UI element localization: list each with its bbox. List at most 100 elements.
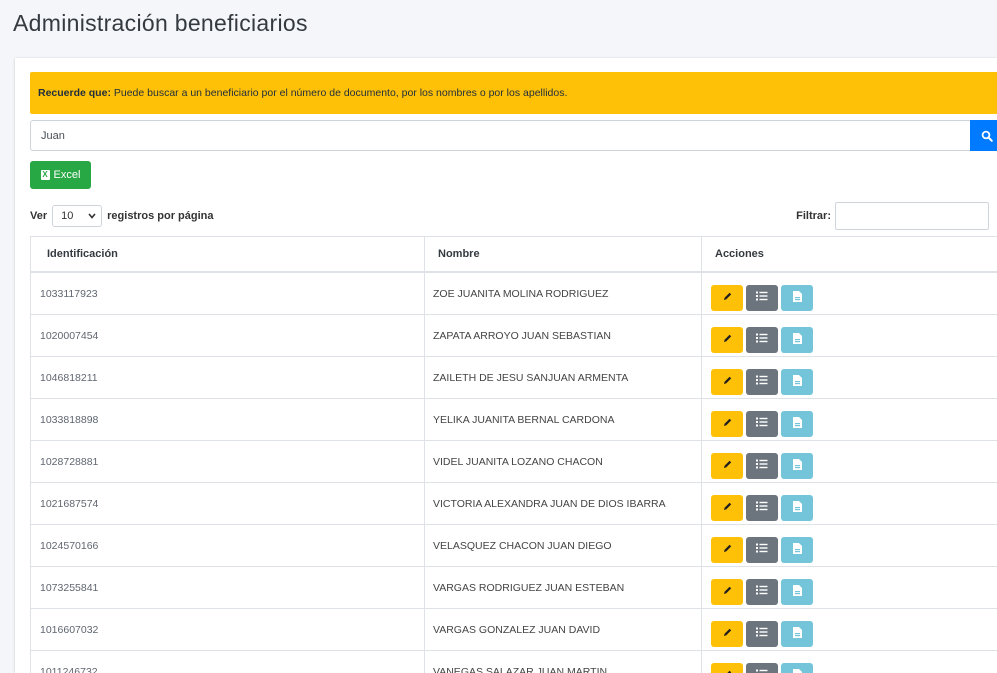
document-button[interactable] bbox=[781, 368, 813, 395]
details-button[interactable] bbox=[746, 452, 778, 479]
cell-acciones bbox=[701, 314, 997, 357]
details-button[interactable] bbox=[746, 326, 778, 353]
cell-nombre: VARGAS RODRIGUEZ JUAN ESTEBAN bbox=[424, 566, 702, 609]
column-header-nombre[interactable]: Nombre bbox=[424, 236, 702, 273]
details-button[interactable] bbox=[746, 494, 778, 521]
list-icon bbox=[756, 333, 768, 346]
pencil-icon bbox=[722, 627, 733, 641]
document-button[interactable] bbox=[781, 620, 813, 647]
cell-acciones bbox=[701, 271, 997, 315]
page-length-value: 10 bbox=[61, 210, 74, 222]
document-button[interactable] bbox=[781, 536, 813, 563]
document-button[interactable] bbox=[781, 452, 813, 479]
row-actions bbox=[711, 445, 997, 479]
chevron-down-icon bbox=[88, 213, 96, 219]
table-header-row: Identificación Nombre Acciones bbox=[30, 236, 997, 273]
filter-input[interactable] bbox=[835, 202, 989, 230]
cell-nombre: VANEGAS SALAZAR JUAN MARTIN bbox=[424, 650, 702, 673]
table-row: 1020007454 ZAPATA ARROYO JUAN SEBASTIAN bbox=[30, 314, 997, 357]
list-icon bbox=[756, 543, 768, 556]
pencil-icon bbox=[722, 543, 733, 557]
details-button[interactable] bbox=[746, 620, 778, 647]
cell-nombre: VELASQUEZ CHACON JUAN DIEGO bbox=[424, 524, 702, 567]
beneficiaries-card: Recuerde que: Puede buscar a un benefici… bbox=[15, 58, 997, 673]
row-actions bbox=[711, 277, 997, 311]
cell-acciones bbox=[701, 482, 997, 525]
search-button[interactable] bbox=[970, 120, 997, 151]
search-input[interactable] bbox=[30, 120, 970, 151]
cell-identificacion: 1011246732 bbox=[30, 650, 425, 673]
row-actions bbox=[711, 529, 997, 563]
cell-acciones bbox=[701, 566, 997, 609]
column-header-acciones: Acciones bbox=[701, 236, 997, 273]
table-row: 1016607032 VARGAS GONZALEZ JUAN DAVID bbox=[30, 608, 997, 651]
document-icon bbox=[792, 416, 802, 431]
document-button[interactable] bbox=[781, 494, 813, 521]
details-button[interactable] bbox=[746, 284, 778, 311]
cell-identificacion: 1016607032 bbox=[30, 608, 425, 651]
cell-acciones bbox=[701, 356, 997, 399]
cell-nombre: VICTORIA ALEXANDRA JUAN DE DIOS IBARRA bbox=[424, 482, 702, 525]
document-icon bbox=[792, 374, 802, 389]
details-button[interactable] bbox=[746, 368, 778, 395]
edit-button[interactable] bbox=[711, 620, 743, 647]
table-row: 1033818898 YELIKA JUANITA BERNAL CARDONA bbox=[30, 398, 997, 441]
pencil-icon bbox=[722, 459, 733, 473]
table-row: 1021687574 VICTORIA ALEXANDRA JUAN DE DIO… bbox=[30, 482, 997, 525]
list-icon bbox=[756, 459, 768, 472]
cell-acciones bbox=[701, 440, 997, 483]
edit-button[interactable] bbox=[711, 326, 743, 353]
alert-text: Puede buscar a un beneficiario por el nú… bbox=[110, 87, 568, 99]
document-button[interactable] bbox=[781, 326, 813, 353]
cell-nombre: VIDEL JUANITA LOZANO CHACON bbox=[424, 440, 702, 483]
filter-control: Filtrar: bbox=[796, 202, 989, 230]
document-icon bbox=[792, 332, 802, 347]
document-button[interactable] bbox=[781, 662, 813, 673]
row-actions bbox=[711, 361, 997, 395]
document-icon bbox=[792, 626, 802, 641]
document-icon bbox=[792, 668, 802, 673]
document-icon bbox=[792, 542, 802, 557]
cell-identificacion: 1033818898 bbox=[30, 398, 425, 441]
pencil-icon bbox=[722, 375, 733, 389]
document-button[interactable] bbox=[781, 284, 813, 311]
excel-label: Excel bbox=[53, 169, 81, 181]
pencil-icon bbox=[722, 501, 733, 515]
table-row: 1028728881 VIDEL JUANITA LOZANO CHACON bbox=[30, 440, 997, 483]
cell-nombre: ZAILETH DE JESU SANJUAN ARMENTA bbox=[424, 356, 702, 399]
list-icon bbox=[756, 669, 768, 673]
cell-identificacion: 1020007454 bbox=[30, 314, 425, 357]
edit-button[interactable] bbox=[711, 536, 743, 563]
document-button[interactable] bbox=[781, 578, 813, 605]
excel-export-button[interactable]: X Excel bbox=[30, 161, 91, 189]
search-group bbox=[30, 120, 997, 151]
details-button[interactable] bbox=[746, 578, 778, 605]
edit-button[interactable] bbox=[711, 284, 743, 311]
details-button[interactable] bbox=[746, 410, 778, 437]
edit-button[interactable] bbox=[711, 368, 743, 395]
pencil-icon bbox=[722, 291, 733, 305]
edit-button[interactable] bbox=[711, 410, 743, 437]
table-row: 1011246732 VANEGAS SALAZAR JUAN MARTIN bbox=[30, 650, 997, 673]
edit-button[interactable] bbox=[711, 662, 743, 673]
table-row: 1073255841 VARGAS RODRIGUEZ JUAN ESTEBAN bbox=[30, 566, 997, 609]
table-row: 1046818211 ZAILETH DE JESU SANJUAN ARMENT… bbox=[30, 356, 997, 399]
edit-button[interactable] bbox=[711, 578, 743, 605]
document-icon bbox=[792, 500, 802, 515]
row-actions bbox=[711, 571, 997, 605]
filter-label: Filtrar: bbox=[796, 210, 831, 222]
page-length-select[interactable]: 10 bbox=[52, 205, 103, 227]
details-button[interactable] bbox=[746, 662, 778, 673]
length-suffix: registros por página bbox=[107, 210, 214, 222]
document-button[interactable] bbox=[781, 410, 813, 437]
column-header-identificacion[interactable]: Identificación bbox=[30, 236, 425, 273]
edit-button[interactable] bbox=[711, 452, 743, 479]
cell-nombre: VARGAS GONZALEZ JUAN DAVID bbox=[424, 608, 702, 651]
edit-button[interactable] bbox=[711, 494, 743, 521]
details-button[interactable] bbox=[746, 536, 778, 563]
cell-identificacion: 1073255841 bbox=[30, 566, 425, 609]
search-icon bbox=[981, 130, 993, 142]
list-icon bbox=[756, 585, 768, 598]
cell-acciones bbox=[701, 608, 997, 651]
cell-nombre: ZAPATA ARROYO JUAN SEBASTIAN bbox=[424, 314, 702, 357]
